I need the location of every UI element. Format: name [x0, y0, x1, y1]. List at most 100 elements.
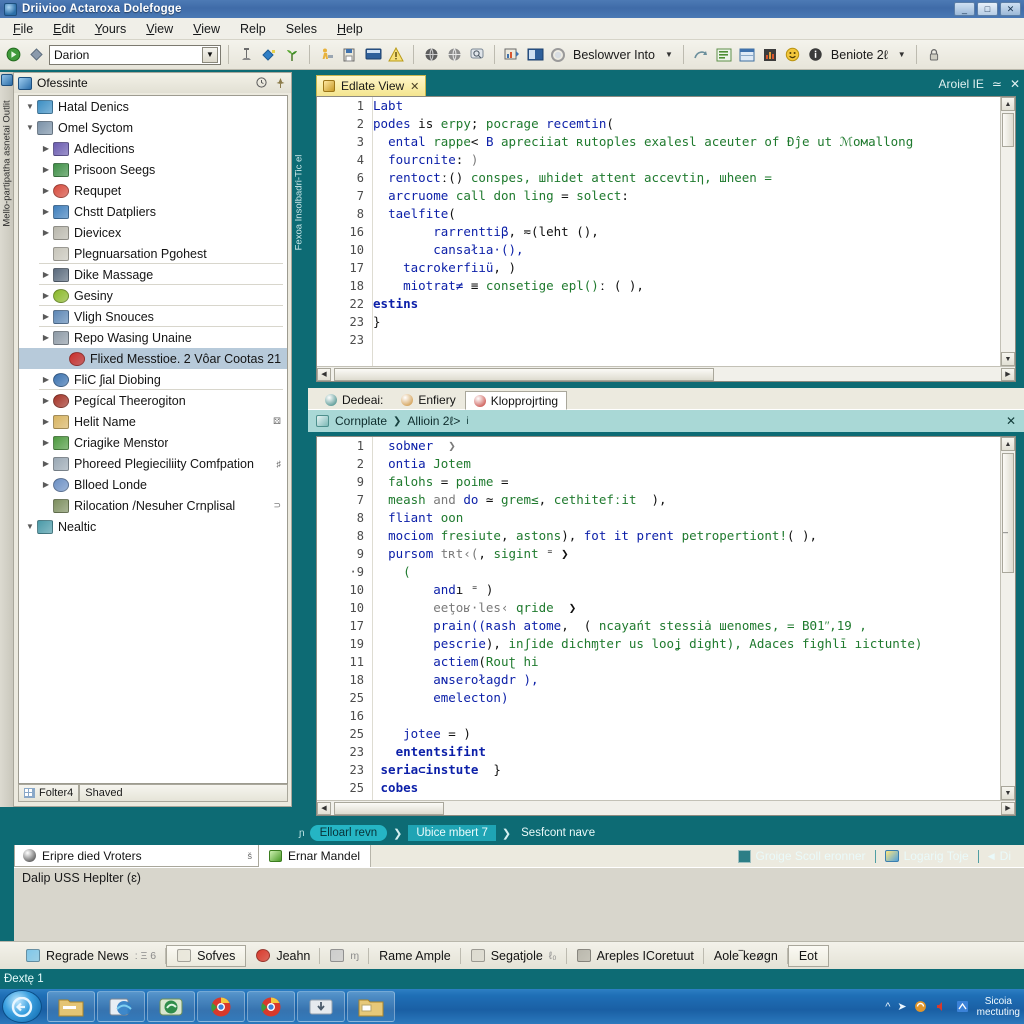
code-line[interactable]: fliant oon [373, 509, 1000, 527]
hscroll-track[interactable] [331, 367, 1001, 381]
scroll-left-icon[interactable]: ◀ [317, 367, 331, 381]
output-body[interactable]: Dalip USS Heplter (ɛ) [14, 867, 1024, 941]
left-dock-strip[interactable]: Mello-partipatha asnetai Outlit [0, 72, 14, 807]
tree-item[interactable]: ▶ Vligh Snouces [19, 306, 287, 327]
system-tray[interactable]: ^ ➤ Sicoia mectuting [885, 989, 1020, 1024]
network-icon[interactable] [956, 1000, 970, 1013]
code-line[interactable]: taelfite( [373, 205, 1000, 223]
tree-item[interactable]: ▶ Flixed Messtioe. 2 Vôar Cootas 21 [19, 348, 287, 369]
hscroll-thumb[interactable] [334, 367, 714, 381]
chevron-right-icon[interactable]: ▶ [39, 417, 53, 426]
output-action-groige-scoll[interactable]: Groige Scoll eronner [729, 849, 875, 863]
tree-item[interactable]: ▶ Repo Wasing Unaine [19, 327, 287, 348]
taskbar[interactable]: ^ ➤ Sicoia mectuting [0, 989, 1024, 1024]
chevron-right-icon[interactable]: ▶ [39, 249, 53, 258]
debug-step-icon[interactable] [691, 45, 711, 65]
code-line[interactable]: sobɴer ❯ [373, 437, 1000, 455]
edge-taskbar-icon[interactable] [147, 991, 195, 1022]
code-line[interactable]: pursom tʀt‹(, sigint ⁼ ❯ [373, 545, 1000, 563]
editor-bottom-vscrollbar[interactable]: ▲ – ▼ [1000, 437, 1015, 800]
breadcrumb-close-icon[interactable]: ✕ [1006, 414, 1016, 428]
profile-label[interactable]: Beniote 2ℓ [829, 48, 892, 62]
menu-item-seles[interactable]: Seles [277, 19, 326, 39]
menu-item-relp[interactable]: Relp [231, 19, 275, 39]
explorer-taskbar-icon[interactable] [347, 991, 395, 1022]
run-dropdown-caret[interactable]: ▼ [662, 50, 676, 59]
browser-blue-taskbar-icon[interactable] [97, 991, 145, 1022]
editor-top-lines[interactable]: Labt podes is erpy; pocrage recemtin( ent… [373, 97, 1000, 366]
code-line[interactable]: fourcnite: ) [373, 151, 1000, 169]
tree-item[interactable]: ▶ Blloed Londe [19, 474, 287, 495]
status-button[interactable]: Sofves [166, 944, 247, 967]
explorer-footer-folder[interactable]: Folter4 [18, 784, 80, 802]
table-blue-icon[interactable] [737, 45, 757, 65]
code-line[interactable]: miotrat≠ ≡ consetige epl()ː ( ), [373, 277, 1000, 295]
tree-item[interactable]: ▶ Gesiny [19, 285, 287, 306]
status-button-row[interactable]: Regrade News: Ξ 6 Sofves Jeahn ɱ Rame Ample S… [0, 941, 1024, 969]
status-button[interactable]: Eot [787, 944, 829, 967]
code-line[interactable]: pescrie), inʃide dichɱter us looʝ dight)… [373, 635, 1000, 653]
breadcrumb-item-0[interactable]: Cornplate [335, 414, 387, 428]
speaker-icon[interactable] [935, 1000, 949, 1013]
window-controls[interactable]: _ □ ✕ [954, 2, 1021, 16]
chevron-right-icon[interactable]: ▶ [39, 438, 53, 447]
chart-red-icon[interactable] [760, 45, 780, 65]
chevron-right-icon[interactable]: ▶ [55, 354, 69, 363]
chevron-right-icon[interactable]: ▶ [39, 144, 53, 153]
code-line[interactable]: andı ⁼ ) [373, 581, 1000, 599]
scroll-right-icon[interactable]: ▶ [1001, 367, 1015, 381]
hscroll-thumb[interactable] [334, 801, 444, 815]
address-combobox[interactable]: Darion ▼ [49, 44, 221, 65]
tree-item[interactable]: ▶ Requpet [19, 180, 287, 201]
tree-item[interactable]: ▶ Rilocation /Nesuher Crnplisal ⊃ [19, 495, 287, 516]
chevron-right-icon[interactable]: ▶ [39, 312, 53, 321]
chevron-down-icon[interactable]: ▼ [23, 102, 37, 111]
teal-crumb-pill-2[interactable]: Ubice mbert 7 [408, 825, 496, 841]
scroll-right-icon[interactable]: ▶ [1001, 801, 1015, 815]
globe-gray-icon[interactable] [444, 45, 464, 65]
tree-item[interactable]: ▶ Prisoon Seegs [19, 159, 287, 180]
code-line[interactable] [373, 331, 1000, 349]
scroll-left-icon[interactable]: ◀ [317, 801, 331, 815]
smiley-icon[interactable] [783, 45, 803, 65]
code-line[interactable]: ontia Jotem [373, 455, 1000, 473]
status-button[interactable]: Rame Ample [369, 945, 461, 967]
editor-top-vscrollbar[interactable]: ▲ ▼ [1000, 97, 1015, 366]
code-line[interactable]: podes is erpy; pocrage recemtin( [373, 115, 1000, 133]
mid-dock-label[interactable]: Fexoa Insolbadri-Tic el [294, 138, 305, 268]
tree-item[interactable]: ▶ Criagike Menstor [19, 432, 287, 453]
teal-crumb-pill-1[interactable]: Elloarl revn [309, 825, 388, 841]
chevron-right-icon[interactable]: ▶ [39, 480, 53, 489]
chevron-right-icon[interactable]: ▶ [39, 228, 53, 237]
output-tabstrip[interactable]: Eripre died Vroters š Ernar Mandel Groig… [14, 845, 1024, 867]
code-line[interactable]: seria⊂instute } [373, 761, 1000, 779]
scroll-down-icon[interactable]: ▼ [1001, 352, 1015, 366]
vscroll-thumb[interactable] [1002, 113, 1014, 147]
code-line[interactable]: falohs = poime = [373, 473, 1000, 491]
tree-item[interactable]: ▶ Dievicex [19, 222, 287, 243]
chevron-collapse-icon[interactable]: ≃ [992, 77, 1002, 91]
mid-tab[interactable]: Enfiery [392, 390, 464, 409]
tree-item[interactable]: ▶ Adlecitions [19, 138, 287, 159]
tree-item[interactable]: ▶ Plegnuarsation Pgohest [19, 243, 287, 264]
editor-top-tabstrip[interactable]: Edlate View ✕ Aroiel IE ≃ ✕ [308, 72, 1024, 96]
tree-item[interactable]: ▶ Pegícal Theerogiton [19, 390, 287, 411]
breadcrumb-item-1[interactable]: Allioin 2ℓ> [407, 414, 460, 428]
chevron-right-icon[interactable]: ▶ [39, 186, 53, 195]
code-line[interactable] [373, 707, 1000, 725]
lock-icon[interactable] [924, 45, 944, 65]
paint-bucket-icon[interactable] [259, 45, 279, 65]
chevron-down-icon[interactable]: ▼ [23, 522, 37, 531]
status-button[interactable]: ɱ [320, 945, 370, 967]
main-toolbar[interactable]: Darion ▼ Beslowver Into ▼ Beniote 2ℓ ▼ [0, 40, 1024, 70]
code-line[interactable]: aɴserołagdr ), [373, 671, 1000, 689]
tree-item[interactable]: ▶ Chstt Datpliers [19, 201, 287, 222]
editor-top-close-icon[interactable]: ✕ [1010, 77, 1020, 91]
code-line[interactable]: eeţoʁ·les‹ qride ❯ [373, 599, 1000, 617]
chart-open-icon[interactable] [502, 45, 522, 65]
chevron-right-icon[interactable]: ▶ [39, 270, 53, 279]
code-line[interactable]: estins [373, 295, 1000, 313]
chevron-down-icon[interactable]: ▼ [202, 46, 218, 63]
tree-item[interactable]: ▶ Phoreed Plegieciliity Comfpation ♯ [19, 453, 287, 474]
code-line[interactable]: actiem(Rouʈ hi [373, 653, 1000, 671]
